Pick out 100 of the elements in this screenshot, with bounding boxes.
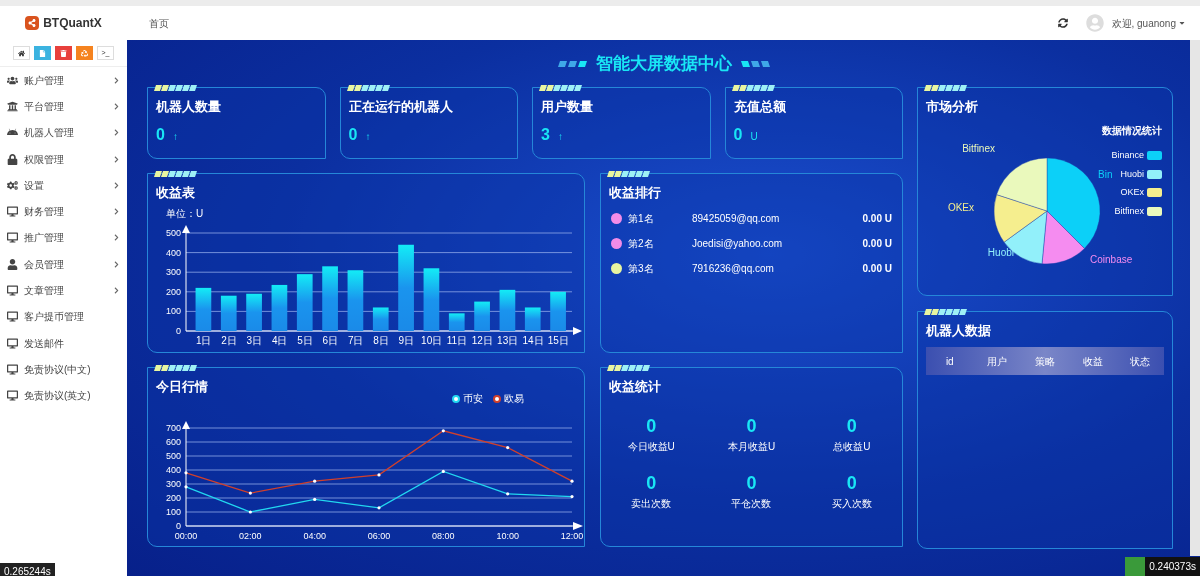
axis-label: 500: [165, 228, 181, 238]
dashboard-title: 智能大屏数据中心: [595, 52, 732, 75]
chart-bar: [195, 287, 212, 331]
axis-label: 7日: [347, 335, 364, 346]
axis-label: 13日: [497, 335, 519, 346]
stat-value: 0: [733, 125, 743, 145]
stat-value: 0: [746, 417, 757, 435]
axis-label: 500: [165, 451, 181, 461]
sidebar-item[interactable]: 权限管理: [0, 145, 127, 173]
axis-label: 400: [165, 465, 181, 475]
monitor-icon: [7, 311, 18, 323]
sidebar-item[interactable]: 推广管理: [0, 224, 127, 252]
sidebar-item[interactable]: 免责协议(英文): [0, 382, 127, 409]
income-amount: 0.00 U: [862, 212, 892, 226]
stripes-icon: [731, 85, 778, 91]
chart-bar: [550, 291, 566, 331]
user-email: Joedisi@yahoo.com: [692, 237, 783, 251]
pie-label: OKEx: [947, 202, 974, 213]
rank-label: 第1名: [628, 212, 655, 226]
stat-value: 0: [646, 417, 657, 435]
stat-label: 卖出次数: [631, 497, 672, 511]
panel-title: 市场分析: [925, 98, 979, 113]
axis-label: 600: [165, 437, 181, 447]
axis-label: 5日: [297, 335, 313, 346]
sidebar-item[interactable]: 财务管理: [0, 198, 127, 225]
stat-label: 买入次数: [831, 497, 872, 511]
panel-title: 用户数量: [540, 98, 594, 113]
axis-label: 00:00: [174, 531, 198, 541]
sidebar-item[interactable]: 客户提币管理: [0, 303, 127, 330]
stat-label: 今日收益U: [627, 440, 675, 454]
user-email: 7916236@qq.com: [692, 262, 774, 276]
stat-label: 本月收益U: [727, 440, 776, 454]
chart-bar: [296, 274, 313, 331]
chart-bar: [524, 307, 541, 331]
stripes-icon: [607, 365, 653, 371]
stripes-icon: [346, 85, 393, 91]
sidebar-item[interactable]: 账户管理: [0, 67, 127, 94]
axis-label: 3日: [246, 335, 263, 346]
axis-label: 200: [165, 493, 181, 503]
timing-badge: 0.240373s: [1145, 557, 1200, 576]
stripes-icon: [539, 85, 585, 91]
axis-label: 1日: [195, 335, 212, 346]
axis-label: 06:00: [367, 531, 391, 541]
breadcrumb-link[interactable]: 首页: [149, 15, 169, 31]
axis-label: 300: [165, 267, 181, 278]
toolbar-button[interactable]: [13, 46, 30, 60]
stat-unit: ↑: [172, 130, 178, 144]
axis-label: 9日: [398, 335, 415, 346]
legend-label: OKEx: [1120, 186, 1144, 199]
stat-value: 0: [746, 474, 757, 492]
user-menu[interactable]: 欢迎, guanong: [1111, 15, 1186, 31]
file-icon: [39, 49, 46, 57]
chart-bar: [322, 266, 338, 331]
gears-icon: [7, 179, 18, 191]
axis-label: 0: [176, 521, 181, 531]
column-header: 状态: [1129, 354, 1152, 369]
sidebar-item[interactable]: 平台管理: [0, 93, 127, 120]
axis-label: 11日: [446, 335, 468, 346]
pie-label: Huobi: [987, 247, 1014, 258]
sidebar-item[interactable]: 发送邮件: [0, 329, 127, 357]
chart-bar: [474, 301, 490, 331]
chart-bar: [220, 295, 237, 331]
sidebar-item[interactable]: 设置: [0, 172, 127, 199]
monitor-icon: [7, 285, 18, 296]
legend-label: Huobi: [1120, 167, 1144, 181]
axis-label: 14日: [522, 335, 544, 346]
stripes-icon: [607, 171, 653, 177]
home-icon: [18, 49, 25, 57]
panel-title: 今日行情: [155, 378, 209, 393]
legend-label: 币安: [463, 392, 483, 406]
sidebar-item[interactable]: 会员管理: [0, 251, 127, 278]
sidebar-item[interactable]: 文章管理: [0, 277, 127, 304]
panel-title: 收益表: [155, 184, 196, 199]
sidebar-item[interactable]: 免责协议(中文): [0, 356, 127, 383]
axis-label: 10:00: [496, 531, 519, 541]
stat-label: 平仓次数: [731, 497, 772, 511]
rank-label: 第2名: [628, 237, 655, 251]
stat-unit: ↑: [557, 130, 563, 144]
refresh-icon[interactable]: [1057, 18, 1068, 28]
stat-value: 0: [646, 474, 657, 492]
bank-icon: [7, 100, 18, 112]
pie-label: Coinbase: [1090, 254, 1133, 265]
axis-label: 02:00: [239, 531, 262, 541]
stripes-icon: [924, 309, 970, 315]
legend-label: 欧易: [504, 392, 524, 406]
stat-value: 0: [156, 125, 165, 145]
recycle-icon: [81, 49, 88, 57]
sidebar-item[interactable]: 机器人管理: [0, 119, 127, 146]
stripes-icon: [154, 171, 200, 177]
panel-title: 收益统计: [608, 378, 662, 393]
monitor-icon: [7, 363, 18, 375]
chart-bar: [372, 307, 389, 331]
stat-value: 0: [348, 125, 358, 145]
axis-label: 04:00: [303, 531, 326, 541]
panel-title: 机器人数量: [154, 98, 222, 113]
user-icon: [7, 258, 18, 270]
panel-title: 充值总额: [732, 98, 787, 113]
stripes-icon: [154, 85, 200, 91]
logo-icon: [25, 16, 40, 30]
axis-label: 100: [165, 507, 181, 517]
